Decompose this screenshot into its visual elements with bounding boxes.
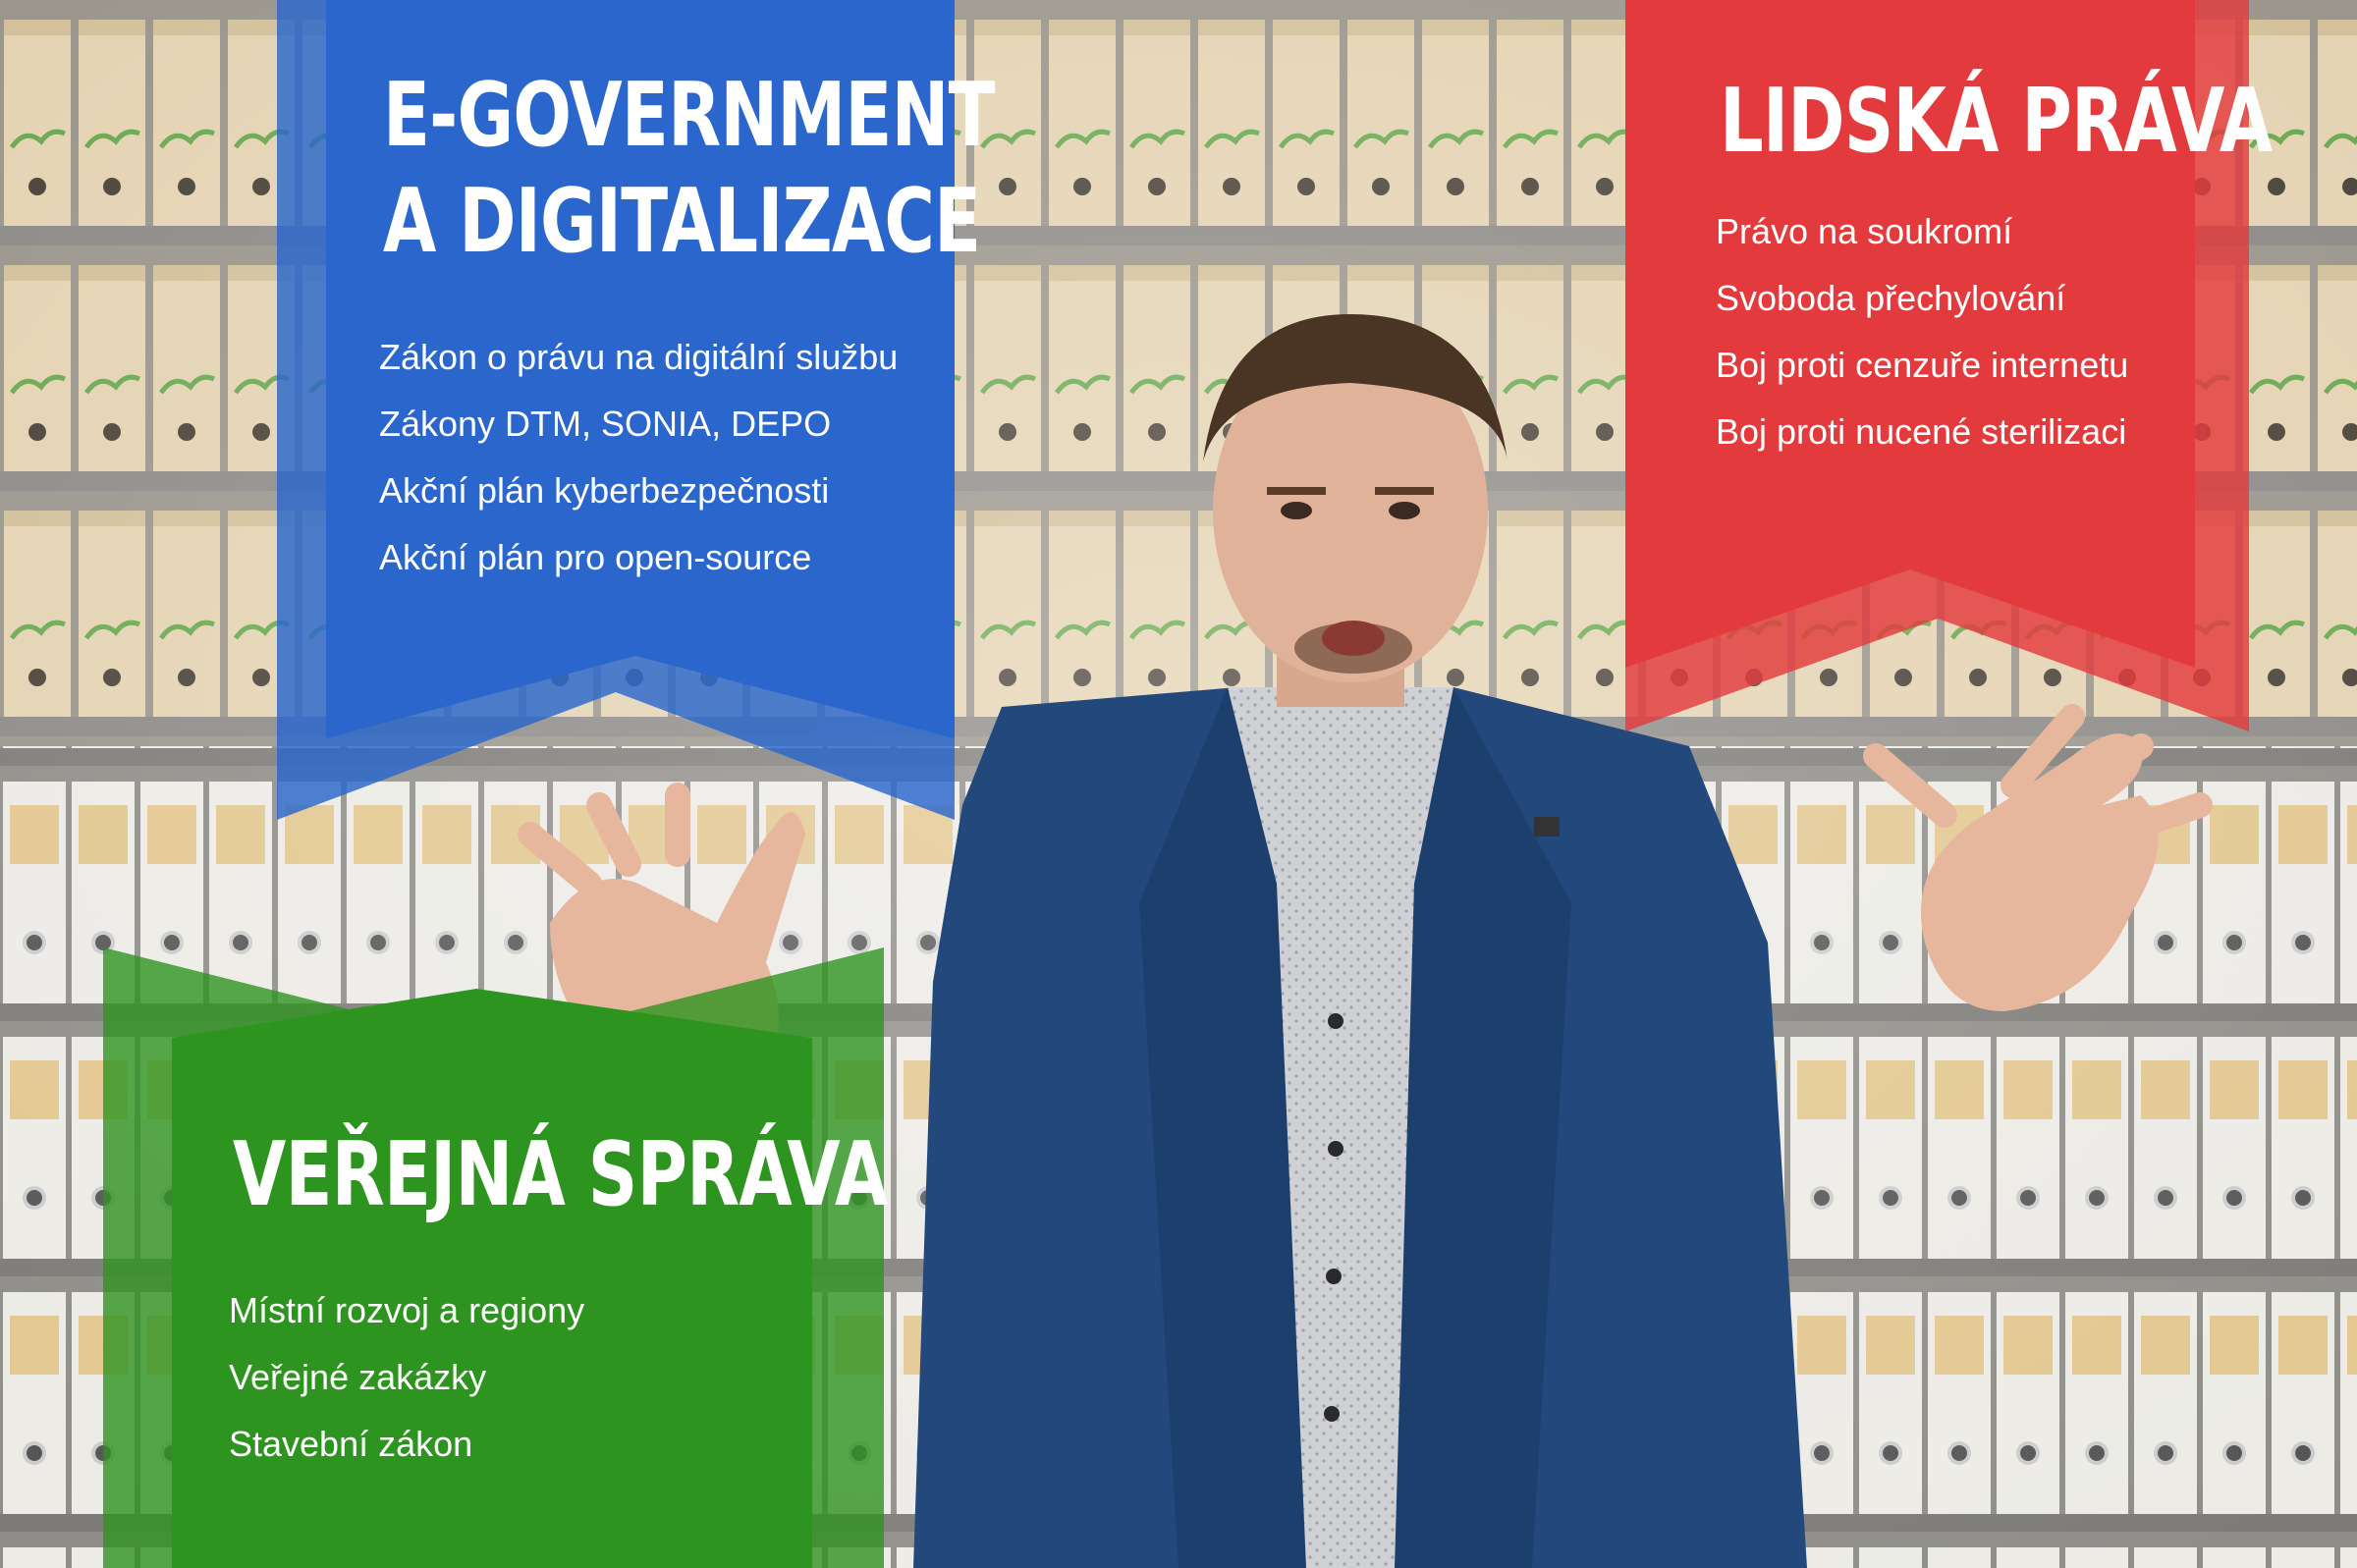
egov-title-line1: E-GOVERNMENT [383,64,995,167]
rights-list-item: Boj proti nucené sterilizaci [1716,411,2127,452]
admin-list-item: Veřejné zakázky [229,1357,487,1397]
egov-list: Zákon o právu na digitální službu Zákony… [379,324,898,591]
egov-banner: E-GOVERNMENT A DIGITALIZACE Zákon o práv… [277,0,995,820]
egov-title-line2: A DIGITALIZACE [383,170,981,273]
egov-list-item: Zákony DTM, SONIA, DEPO [379,404,832,444]
admin-list-item: Místní rozvoj a regiony [229,1290,585,1330]
egov-list-item: Zákon o právu na digitální službu [379,337,899,377]
rights-list: Právo na soukromí Svoboda přechylování B… [1716,198,2128,465]
egov-list-item: Akční plán pro open-source [379,537,812,577]
admin-list: Místní rozvoj a regiony Veřejné zakázky … [229,1277,584,1478]
rights-title: LIDSKÁ PRÁVA [1720,70,2273,173]
admin-title: VEŘEJNÁ SPRÁVA [233,1123,888,1226]
rights-list-item: Svoboda přechylování [1716,278,2066,318]
admin-list-item: Stavební zákon [229,1424,473,1464]
admin-banner: VEŘEJNÁ SPRÁVA Místní rozvoj a regiony V… [103,947,888,1568]
rights-list-item: Právo na soukromí [1716,211,2013,251]
rights-banner: LIDSKÁ PRÁVA Právo na soukromí Svoboda p… [1625,0,2273,731]
egov-list-item: Akční plán kyberbezpečnosti [379,470,830,511]
rights-list-item: Boj proti cenzuře internetu [1716,345,2129,385]
